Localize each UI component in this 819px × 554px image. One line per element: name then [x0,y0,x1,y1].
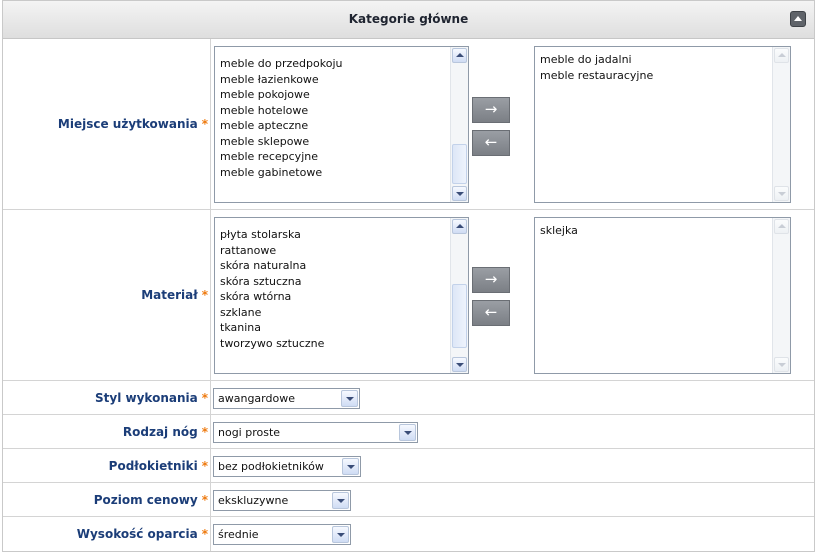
styl-wykonania-select[interactable]: awangardowe [213,388,360,409]
miejsce-selected-list[interactable]: meble do jadalni meble restauracyjne [534,46,791,203]
scrollbar [772,47,790,202]
chevron-down-icon[interactable] [342,458,359,475]
list-item[interactable]: tworzywo sztuczne [217,336,450,352]
required-marker: * [201,493,208,507]
required-marker: * [201,117,208,131]
remove-miejsce-button[interactable]: ← [472,130,510,156]
list-item[interactable]: meble recepcyjne [217,149,450,165]
column-divider [210,415,211,448]
row-styl-wykonania: Styl wykonania * awangardowe [3,381,814,415]
add-material-button[interactable]: → [472,267,510,293]
list-item[interactable]: skóra naturalna [217,258,450,274]
material-label: Materiał * [141,288,208,302]
rodzaj-nog-select[interactable]: nogi proste [213,422,418,443]
list-item[interactable]: tkanina [217,320,450,336]
row-poziom-cenowy: Poziom cenowy * ekskluzywne [3,483,814,517]
rodzaj-nog-label: Rodzaj nóg * [122,425,208,439]
miejsce-uzytkowania-label: Miejsce użytkowania * [57,117,208,131]
add-miejsce-button[interactable]: → [472,97,510,123]
list-item[interactable]: meble do przedpokoju [217,56,450,72]
list-item[interactable]: meble gabinetowe [217,165,450,181]
podlokietniki-label: Podłokietniki * [108,459,208,473]
list-item[interactable]: skóra wtórna [217,289,450,305]
column-divider [210,210,211,380]
scroll-thumb[interactable] [452,284,467,348]
list-item[interactable]: rattanowe [217,243,450,259]
styl-wykonania-label: Styl wykonania * [95,391,208,405]
list-item[interactable]: skóra sztuczna [217,274,450,290]
scrollbar[interactable] [450,218,468,373]
required-marker: * [201,459,208,473]
column-divider [210,517,211,551]
panel-title: Kategorie główne [348,12,469,26]
required-marker: * [201,391,208,405]
required-marker: * [201,288,208,302]
column-divider [210,449,211,482]
scroll-down-icon[interactable] [452,186,467,201]
required-marker: * [201,425,208,439]
select-value: bez podłokietników [218,460,324,473]
miejsce-available-list[interactable]: meble do przedpokoju meble łazienkowe me… [214,46,469,203]
list-item[interactable]: meble hotelowe [217,103,450,119]
required-marker: * [201,527,208,541]
list-item[interactable]: meble apteczne [217,118,450,134]
list-item[interactable]: meble łazienkowe [217,72,450,88]
scroll-thumb[interactable] [452,144,467,184]
select-value: awangardowe [218,392,295,405]
row-miejsce-uzytkowania: Miejsce użytkowania * meble do przedpokoj… [3,39,814,210]
scroll-up-icon [774,219,789,234]
row-rodzaj-nog: Rodzaj nóg * nogi proste [3,415,814,449]
chevron-down-icon[interactable] [399,424,416,441]
scroll-up-icon [774,48,789,63]
remove-material-button[interactable]: ← [472,300,510,326]
row-material: Materiał * płyta stolarska rattanowe skór… [3,210,814,381]
scrollbar[interactable] [450,47,468,202]
scroll-down-icon[interactable] [452,357,467,372]
select-value: ekskluzywne [218,494,289,507]
list-item[interactable]: meble restauracyjne [537,68,772,84]
row-wysokosc-oparcia: Wysokość oparcia * średnie [3,517,814,551]
poziom-cenowy-label: Poziom cenowy * [93,493,208,507]
material-selected-list[interactable]: sklejka [534,217,791,374]
scrollbar [772,218,790,373]
material-available-list[interactable]: płyta stolarska rattanowe skóra naturaln… [214,217,469,374]
chevron-down-icon[interactable] [332,492,349,509]
select-value: nogi proste [218,426,281,439]
poziom-cenowy-select[interactable]: ekskluzywne [213,490,351,511]
list-item[interactable]: szklane [217,305,450,321]
column-divider [210,381,211,414]
select-value: średnie [218,528,259,541]
list-item[interactable]: płyta stolarska [217,227,450,243]
list-item[interactable]: meble do jadalni [537,52,772,68]
scroll-down-icon [774,186,789,201]
wysokosc-oparcia-label: Wysokość oparcia * [76,527,208,541]
chevron-down-icon[interactable] [332,526,349,543]
podlokietniki-select[interactable]: bez podłokietników [213,456,361,477]
list-item[interactable]: meble sklepowe [217,134,450,150]
column-divider [210,39,211,209]
scroll-down-icon [774,357,789,372]
categories-panel: Kategorie główne Miejsce użytkowania * me… [2,0,815,552]
wysokosc-oparcia-select[interactable]: średnie [213,524,351,545]
scroll-up-icon[interactable] [452,48,467,63]
column-divider [210,483,211,516]
chevron-down-icon[interactable] [341,390,358,407]
collapse-icon[interactable] [790,11,806,27]
list-item[interactable]: sklejka [537,223,772,239]
row-podlokietniki: Podłokietniki * bez podłokietników [3,449,814,483]
list-item[interactable]: meble pokojowe [217,87,450,103]
scroll-up-icon[interactable] [452,219,467,234]
panel-header: Kategorie główne [3,1,814,39]
